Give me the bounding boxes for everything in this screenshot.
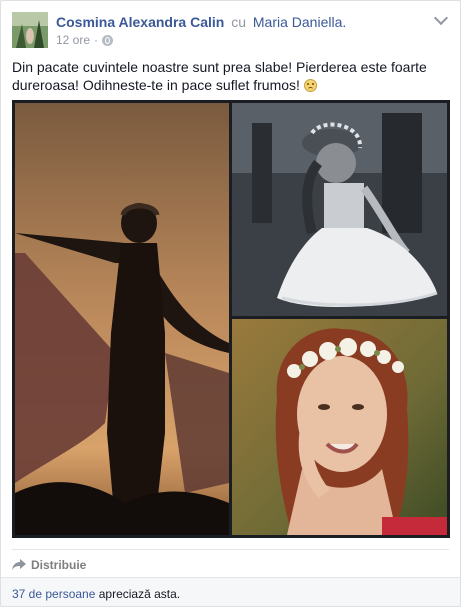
share-arrow-icon	[12, 559, 26, 570]
share-button[interactable]: Distribuie	[12, 558, 86, 572]
post-message: Din pacate cuvintele noastre sunt prea s…	[12, 59, 427, 93]
post-text: Din pacate cuvintele noastre sunt prea s…	[12, 58, 442, 94]
likes-suffix: apreciază asta.	[95, 587, 181, 601]
likes-bar: 37 de persoane apreciază asta.	[1, 577, 460, 606]
author-avatar[interactable]	[12, 12, 48, 48]
share-label: Distribuie	[31, 558, 87, 572]
post-header: Cosmina Alexandra Calin cu Maria Daniell…	[56, 14, 346, 30]
post-card: Cosmina Alexandra Calin cu Maria Daniell…	[0, 0, 461, 607]
globe-icon	[102, 34, 114, 46]
tagged-person[interactable]: Maria Daniella.	[253, 14, 346, 30]
photo-flower-crown[interactable]	[232, 319, 447, 535]
meta-separator: ·	[94, 33, 99, 47]
author-name[interactable]: Cosmina Alexandra Calin	[56, 14, 224, 30]
likes-count-link[interactable]: 37 de persoane	[12, 587, 95, 601]
post-meta: 12 ore ·	[56, 33, 114, 47]
photo-twirl-dress[interactable]	[232, 103, 447, 316]
likes-summary: 37 de persoane apreciază asta.	[12, 587, 180, 601]
post-time[interactable]: 12 ore	[56, 33, 90, 47]
smile-emoji	[303, 79, 317, 92]
actions-divider	[12, 549, 449, 550]
with-connector: cu	[231, 14, 246, 30]
chevron-down-icon[interactable]	[433, 10, 449, 26]
photo-collage	[12, 100, 450, 538]
photo-silhouette[interactable]	[15, 103, 229, 535]
